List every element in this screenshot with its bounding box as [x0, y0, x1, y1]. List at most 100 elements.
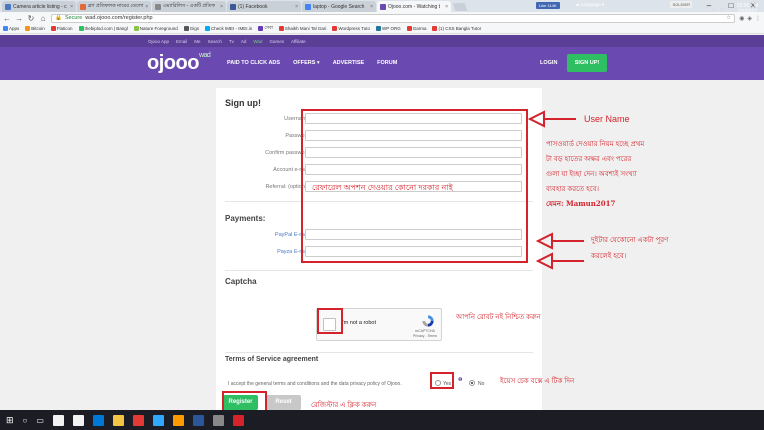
bookmark-label: Flaticon	[56, 26, 73, 31]
network-icon[interactable]: ▥	[711, 6, 716, 12]
bookmark-item[interactable]: (1) CSS Bangla Tutor	[432, 26, 481, 31]
login-link[interactable]: LOGIN	[540, 60, 557, 66]
tab-close-icon[interactable]: ×	[295, 4, 298, 10]
bookmark-item[interactable]: Nature Foreground	[133, 26, 178, 31]
bookmark-icon	[406, 26, 412, 31]
taskbar-app-icon[interactable]	[192, 414, 204, 426]
browser-tab[interactable]: এম্যারিলিস - একটি প্রতিফ ×	[152, 1, 226, 12]
taskbar-app-icon[interactable]	[212, 414, 224, 426]
site-topbar-link[interactable]: Games	[269, 39, 284, 44]
nav-link[interactable]: PAID TO CLICK ADS	[227, 60, 280, 66]
recaptcha-links[interactable]: Privacy - Terms	[413, 334, 437, 339]
extension-icon[interactable]: ◉	[739, 15, 744, 22]
tos-no-radio[interactable]	[469, 380, 475, 386]
lock-icon: 🔒	[55, 15, 62, 21]
task-view-icon[interactable]: ▭	[36, 416, 44, 425]
taskbar-app-icon[interactable]	[112, 414, 124, 426]
site-topbar-link[interactable]: Tv	[229, 39, 234, 44]
bookmark-item[interactable]: Flaticon	[50, 26, 73, 31]
ojooo-logo[interactable]: ojooowad	[147, 52, 211, 75]
flag-icon: ▰	[576, 2, 580, 7]
tab-close-icon[interactable]: ×	[70, 4, 73, 10]
browser-tab[interactable]: Ojooo.com - Watching t ×	[377, 1, 451, 12]
tab-label: ব্লগ প্রতিফলক নামের ডেলো	[88, 2, 144, 9]
arrow-up-icon[interactable]: ^	[705, 6, 707, 12]
bookmark-icon	[205, 26, 211, 31]
site-topbar-link[interactable]: Email	[176, 39, 187, 44]
signup-button[interactable]: SIGN UP!	[567, 54, 607, 72]
site-top-bar: Ojooo App Email Me Search Tv Ad Wad Games Affili…	[0, 35, 764, 47]
bookmark-item[interactable]: সেবা	[258, 25, 273, 32]
annotation-line: পাসওয়ার্ড দেওয়ার নিয়ম হচ্ছে প্রথম	[546, 141, 645, 148]
home-icon[interactable]: ⌂	[39, 14, 47, 23]
tab-close-icon[interactable]: ×	[145, 4, 148, 10]
bookmark-label: Gigs	[189, 26, 200, 31]
facebook-like-button[interactable]: Like 114K	[536, 2, 560, 9]
logo-text: ojooo	[147, 52, 199, 74]
back-icon[interactable]: ←	[3, 14, 11, 23]
url-input[interactable]: 🔒 Secure wad.ojooo.com/register.php ☆	[51, 13, 736, 23]
bookmark-item[interactable]: Shaikh Mani Tal Gari	[278, 26, 327, 31]
tab-close-icon[interactable]: ×	[220, 4, 223, 10]
search-icon[interactable]: ○	[23, 416, 28, 425]
language-selector[interactable]: ▰ Language ▾	[576, 2, 604, 8]
bookmark-icon	[133, 26, 139, 31]
annotation-captcha: আপনি রোবট নই নিশ্চিত করুন	[456, 314, 541, 321]
bookmark-item[interactable]: thebiplod.com | Bangl	[78, 26, 128, 31]
nav-link[interactable]: OFFERS ▾	[293, 60, 320, 66]
taskbar-app-icon[interactable]	[72, 414, 84, 426]
bookmark-item[interactable]: Check IMEI - IMEI.in	[205, 26, 252, 31]
reset-button[interactable]: Reset	[266, 395, 301, 410]
recaptcha-text: I'm not a robot	[341, 320, 376, 326]
bookmark-item[interactable]: Bitcoin	[25, 26, 45, 31]
browser-tab[interactable]: laptop - Google Search ×	[302, 1, 376, 12]
taskbar-app-icon[interactable]	[232, 414, 244, 426]
tab-close-icon[interactable]: ×	[370, 4, 373, 10]
browser-tab[interactable]: ব্লগ প্রতিফলক নামের ডেলো ×	[77, 1, 151, 12]
site-topbar-link[interactable]: Ad	[241, 39, 247, 44]
taskbar-app-icon[interactable]	[152, 414, 164, 426]
nav-link[interactable]: FORUM	[377, 60, 397, 66]
taskbar-app-icon[interactable]	[132, 414, 144, 426]
recaptcha-footer: reCAPTCHA Privacy - Terms	[413, 329, 437, 338]
site-topbar-link[interactable]: Ojooo App	[148, 39, 169, 44]
signup-title: Sign up!	[225, 98, 261, 108]
site-topbar-link[interactable]: Affiliate	[291, 39, 306, 44]
forward-icon[interactable]: →	[15, 14, 23, 23]
profile-badge[interactable]: SOLDIER	[670, 1, 692, 8]
bookmark-star-icon[interactable]: ☆	[726, 15, 731, 21]
reload-icon[interactable]: ↻	[27, 14, 35, 23]
browser-tab[interactable]: Camera article listing - c ×	[2, 1, 76, 12]
browser-tab[interactable]: (1) Facebook ×	[227, 1, 301, 12]
divider	[225, 270, 533, 271]
bookmark-item[interactable]: Apps	[3, 26, 19, 31]
bookmark-item[interactable]: Garma	[406, 26, 426, 31]
taskbar-app-icon[interactable]	[92, 414, 104, 426]
bookmark-item[interactable]: Gigs	[183, 26, 200, 31]
menu-icon[interactable]: ⋮	[755, 15, 761, 22]
site-topbar-link[interactable]: Wad	[253, 39, 262, 44]
site-topbar-link[interactable]: Search	[208, 39, 222, 44]
extension-icon[interactable]: ◈	[747, 15, 752, 22]
bookmark-icon	[278, 26, 284, 31]
volume-icon[interactable]: ◀	[720, 6, 724, 12]
bookmark-item[interactable]: Wordpress Tuto	[332, 26, 370, 31]
captcha-title: Captcha	[225, 277, 257, 286]
taskbar-app-icon[interactable]	[52, 414, 64, 426]
site-topbar-link[interactable]: Me	[194, 39, 200, 44]
nav-link[interactable]: ADVERTISE	[333, 60, 364, 66]
new-tab-button[interactable]	[452, 3, 468, 11]
tab-label: laptop - Google Search	[313, 3, 365, 10]
bookmark-label: Shaikh Mani Tal Gari	[284, 26, 327, 31]
url-text: wad.ojooo.com/register.php	[85, 15, 153, 21]
windows-start-icon[interactable]: ⊞	[6, 415, 14, 426]
tab-favicon-icon	[230, 3, 236, 10]
bookmark-icon	[432, 26, 438, 31]
annotation-line: দুইটার যেকোনো একটা পূরণ	[591, 237, 669, 244]
taskbar-app-icon[interactable]	[172, 414, 184, 426]
highlight-box-tos-yes	[430, 372, 454, 389]
bookmark-item[interactable]: WP ORG	[376, 26, 401, 31]
system-tray: ^ ▥ ◀	[705, 6, 724, 12]
clock[interactable]: 12:56 PM 7/5/2017	[737, 3, 758, 15]
tab-close-icon[interactable]: ×	[445, 4, 448, 10]
